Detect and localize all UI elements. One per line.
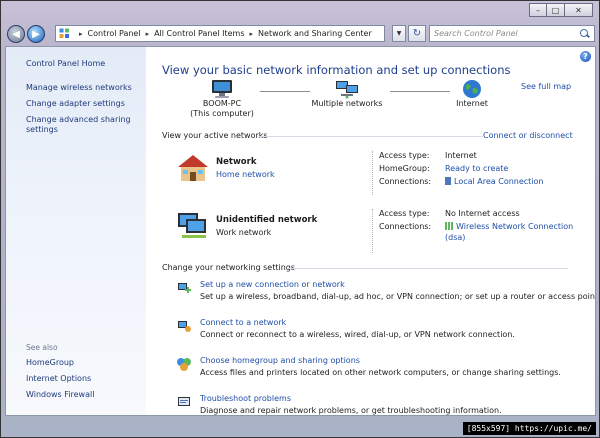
breadcrumb-separator-icon: ▸ xyxy=(249,29,254,38)
breadcrumb-network-center[interactable]: Network and Sharing Center xyxy=(258,29,372,38)
breadcrumb-all-items[interactable]: All Control Panel Items xyxy=(154,29,244,38)
task-homegroup-sharing[interactable]: Choose homegroup and sharing options Acc… xyxy=(162,356,592,390)
connection-name: Local Area Connection xyxy=(454,177,544,186)
sidebar-item-manage-wireless[interactable]: Manage wireless networks xyxy=(26,83,132,93)
breadcrumb-separator-icon: ▸ xyxy=(79,29,83,38)
section-divider xyxy=(288,268,568,269)
help-icon[interactable]: ? xyxy=(580,51,591,62)
task-description: Set up a wireless, broadband, dial-up, a… xyxy=(200,292,596,301)
vertical-divider xyxy=(372,209,373,253)
connection-ssid[interactable]: (dsa) xyxy=(445,233,465,242)
active-networks-heading: View your active networks xyxy=(162,131,268,140)
task-title[interactable]: Connect to a network xyxy=(200,318,286,327)
home-network-icon xyxy=(178,155,208,181)
breadcrumb-separator-icon: ▸ xyxy=(145,29,150,38)
sidebar-item-homegroup[interactable]: HomeGroup xyxy=(26,358,74,368)
task-troubleshoot[interactable]: Troubleshoot problems Diagnose and repai… xyxy=(162,394,592,415)
connection-link[interactable]: Wireless Network Connection xyxy=(445,222,573,231)
network-name: Network xyxy=(216,157,257,167)
task-title[interactable]: Choose homegroup and sharing options xyxy=(200,356,360,365)
access-type-value: No Internet access xyxy=(445,209,520,218)
map-node-label: Internet xyxy=(456,99,488,108)
navigation-bar: ◀ ▶ ▸ Control Panel ▸ All Control Panel … xyxy=(5,24,595,44)
settings-heading: Change your networking settings xyxy=(162,263,296,272)
connections-label: Connections: xyxy=(379,222,432,231)
network-type-link[interactable]: Home network xyxy=(216,170,275,179)
content-area: Control Panel Home Manage wireless netwo… xyxy=(5,46,596,416)
sidebar-item-advanced-sharing[interactable]: Change advanced sharing settings xyxy=(26,115,136,135)
unidentified-network-icon xyxy=(178,213,206,238)
task-pane: Control Panel Home Manage wireless netwo… xyxy=(6,47,146,415)
task-connect-network[interactable]: Connect to a network Connect or reconnec… xyxy=(162,318,592,352)
map-node-computer[interactable]: BOOM-PC (This computer) xyxy=(182,79,262,119)
search-icon xyxy=(578,27,592,41)
section-divider xyxy=(258,136,483,137)
address-dropdown-button[interactable]: ▼ xyxy=(392,25,406,42)
computer-icon xyxy=(212,80,232,98)
network-name: Unidentified network xyxy=(216,215,318,225)
task-description: Diagnose and repair network problems, or… xyxy=(200,406,502,415)
connections-label: Connections: xyxy=(379,177,432,186)
back-arrow-icon: ◀ xyxy=(12,28,20,40)
task-description: Connect or reconnect to a wireless, wire… xyxy=(200,330,515,339)
refresh-icon: ↻ xyxy=(412,28,422,39)
access-type-label: Access type: xyxy=(379,209,430,218)
access-type-value: Internet xyxy=(445,151,477,160)
homegroup-link[interactable]: Ready to create xyxy=(445,164,508,173)
wireless-signal-icon xyxy=(445,222,453,230)
back-button[interactable]: ◀ xyxy=(7,25,25,43)
connection-name: Wireless Network Connection xyxy=(456,222,574,231)
see-also-heading: See also xyxy=(26,343,58,352)
connection-link[interactable]: Local Area Connection xyxy=(445,177,544,186)
task-new-connection[interactable]: Set up a new connection or network Set u… xyxy=(162,280,595,314)
connect-disconnect-link[interactable]: Connect or disconnect xyxy=(483,131,573,140)
title-bar: – □ ✕ xyxy=(1,1,599,21)
sidebar-home-link[interactable]: Control Panel Home xyxy=(26,59,105,69)
new-connection-icon xyxy=(178,283,191,293)
homegroup-icon xyxy=(177,358,191,371)
network-block-unidentified: Unidentified network Work network Access… xyxy=(162,209,592,269)
map-node-networks[interactable]: Multiple networks xyxy=(302,79,392,109)
homegroup-label: HomeGroup: xyxy=(379,164,430,173)
multiple-networks-icon xyxy=(336,81,358,99)
search-placeholder: Search Control Panel xyxy=(434,29,518,38)
task-description: Access files and printers located on oth… xyxy=(200,368,561,377)
watermark: [855x597] https://upic.me/ xyxy=(462,422,596,435)
maximize-button[interactable]: □ xyxy=(547,3,565,17)
map-node-sublabel: (This computer) xyxy=(190,109,254,118)
network-type-label: Work network xyxy=(216,228,272,237)
access-type-label: Access type: xyxy=(379,151,430,160)
task-title[interactable]: Set up a new connection or network xyxy=(200,280,345,289)
sidebar-item-internet-options[interactable]: Internet Options xyxy=(26,374,91,384)
page-title: View your basic network information and … xyxy=(162,63,511,77)
forward-arrow-icon: ▶ xyxy=(32,28,40,40)
globe-icon xyxy=(463,80,481,98)
sidebar-item-adapter-settings[interactable]: Change adapter settings xyxy=(26,99,125,109)
breadcrumb-control-panel[interactable]: Control Panel xyxy=(88,29,141,38)
chevron-down-icon: ▼ xyxy=(396,30,402,37)
main-panel: ? View your basic network information an… xyxy=(146,47,595,415)
map-node-label: Multiple networks xyxy=(311,99,383,108)
see-full-map-link[interactable]: See full map xyxy=(521,82,571,91)
forward-button[interactable]: ▶ xyxy=(27,25,45,43)
troubleshoot-icon xyxy=(178,397,190,406)
address-bar[interactable]: ▸ Control Panel ▸ All Control Panel Item… xyxy=(55,25,385,42)
network-map: BOOM-PC (This computer) Multiple network… xyxy=(162,79,512,139)
vertical-divider xyxy=(372,151,373,195)
control-panel-icon xyxy=(59,28,70,39)
refresh-button[interactable]: ↻ xyxy=(408,25,426,42)
sidebar-item-windows-firewall[interactable]: Windows Firewall xyxy=(26,390,94,400)
map-node-internet[interactable]: Internet xyxy=(437,79,507,109)
window-frame: – □ ✕ ◀ ▶ ▸ Control Panel ▸ All Control xyxy=(0,0,600,438)
close-button[interactable]: ✕ xyxy=(565,3,593,17)
network-block-home: Network Home network Access type: Intern… xyxy=(162,151,592,211)
minimize-button[interactable]: – xyxy=(529,3,547,17)
task-title[interactable]: Troubleshoot problems xyxy=(200,394,291,403)
search-input[interactable]: Search Control Panel xyxy=(429,25,595,42)
window-controls: – □ ✕ xyxy=(529,3,593,17)
connect-network-icon xyxy=(178,321,191,332)
map-node-label: BOOM-PC xyxy=(202,99,242,108)
ethernet-icon xyxy=(445,177,451,185)
